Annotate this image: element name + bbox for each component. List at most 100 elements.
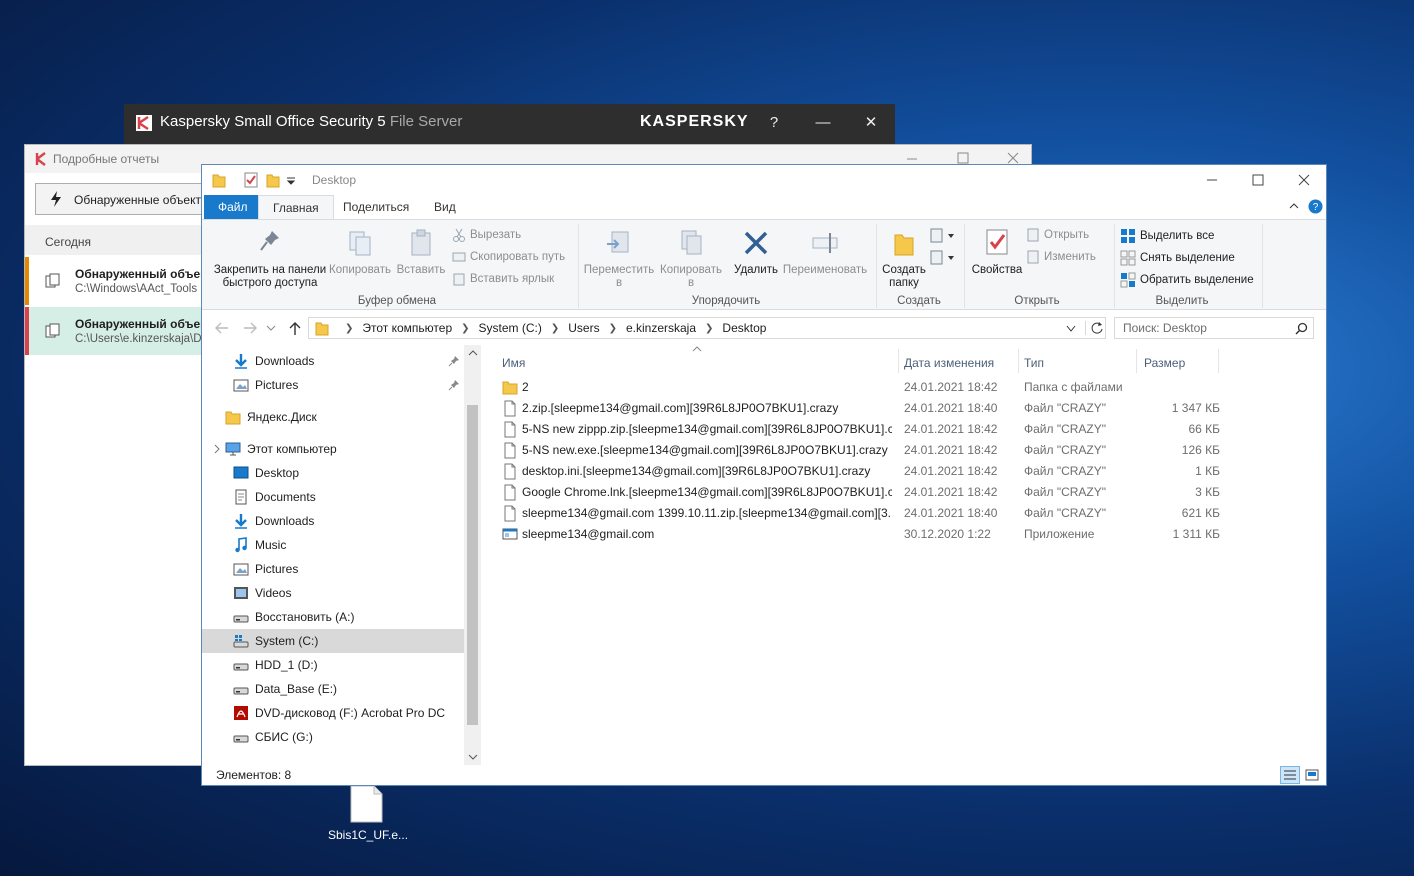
address-input[interactable]: ❯ Этот компьютер ❯ System (C:) ❯ Users ❯ e.… <box>308 317 1106 339</box>
pin-small-icon[interactable] <box>448 355 460 367</box>
nav-item[interactable]: System (C:) <box>202 629 464 653</box>
paste-button[interactable]: Вставить <box>394 228 448 277</box>
column-separator[interactable] <box>1218 349 1219 373</box>
nav-item[interactable]: СБИС (G:) <box>202 725 464 749</box>
column-separator[interactable] <box>898 349 899 373</box>
paste-shortcut-button[interactable]: Вставить ярлык <box>452 272 554 286</box>
nav-item[interactable]: Downloads <box>202 349 464 373</box>
quick-access-dropdown-icon[interactable] <box>286 173 296 187</box>
select-none-button[interactable]: Снять выделение <box>1120 250 1235 266</box>
back-arrow-icon[interactable] <box>214 321 230 335</box>
nav-scrollbar[interactable] <box>464 345 481 765</box>
search-icon <box>1295 322 1308 335</box>
file-row[interactable]: Google Chrome.lnk.[sleepme134@gmail.com]… <box>492 482 1322 503</box>
tab-file[interactable]: Файл <box>204 195 262 219</box>
file-row[interactable]: 2 24.01.2021 18:42 Папка с файлами <box>492 377 1322 398</box>
delete-button[interactable]: Удалить <box>730 228 782 277</box>
invert-selection-button[interactable]: Обратить выделение <box>1120 272 1254 288</box>
details-view-icon[interactable] <box>1280 766 1300 784</box>
tab-view[interactable]: Вид <box>420 195 470 219</box>
column-header-size[interactable]: Размер <box>1144 351 1185 375</box>
reports-minimize-button[interactable] <box>903 151 923 165</box>
copy-to-button[interactable]: Копировать в <box>656 228 726 290</box>
reports-close-button[interactable] <box>1003 151 1023 165</box>
address-dropdown-icon[interactable] <box>1065 324 1077 334</box>
nav-item[interactable]: Documents <box>202 485 464 509</box>
select-all-button[interactable]: Выделить все <box>1120 228 1214 244</box>
move-to-button[interactable]: Переместить в <box>582 228 656 290</box>
maximize-button[interactable] <box>1238 167 1278 193</box>
new-folder-button[interactable]: Создать папку <box>878 228 930 290</box>
select-all-icon <box>1120 228 1136 244</box>
nav-item[interactable]: Pictures <box>202 373 464 397</box>
tab-share[interactable]: Поделиться <box>329 195 423 219</box>
nav-item[interactable]: DVD-дисковод (F:) Acrobat Pro DC <box>202 701 464 725</box>
properties-button[interactable]: Свойства <box>966 228 1028 277</box>
new-folder-quick-icon[interactable] <box>266 172 280 188</box>
help-icon[interactable]: ? <box>1308 199 1323 214</box>
close-button[interactable] <box>1284 167 1324 193</box>
report-row[interactable]: Обнаруженный объект C:\Users\e.kinzerska… <box>25 307 203 355</box>
nav-item[interactable]: Pictures <box>202 557 464 581</box>
forward-arrow-icon[interactable] <box>242 321 258 335</box>
help-button[interactable]: ? <box>759 110 789 136</box>
collapse-ribbon-icon[interactable] <box>1288 201 1300 211</box>
pin-small-icon[interactable] <box>448 379 460 391</box>
nav-item[interactable]: Восстановить (A:) <box>202 605 464 629</box>
scroll-down-icon[interactable] <box>468 753 478 761</box>
reports-maximize-button[interactable] <box>953 151 973 165</box>
file-name: 2.zip.[sleepme134@gmail.com][39R6L8JP0O7… <box>522 401 839 415</box>
scroll-up-icon[interactable] <box>468 349 478 357</box>
column-separator[interactable] <box>1136 349 1137 373</box>
tab-home[interactable]: Главная <box>258 195 334 220</box>
pin-quick-access-button[interactable]: Закрепить на панели быстрого доступа <box>208 228 332 290</box>
nav-item[interactable]: Этот компьютер <box>202 437 464 461</box>
new-item-icon[interactable] <box>930 228 956 244</box>
file-row[interactable]: sleepme134@gmail.com 1399.10.11.zip.[sle… <box>492 503 1322 524</box>
detected-objects-button[interactable]: Обнаруженные объекты <box>35 183 225 215</box>
column-header-name[interactable]: Имя <box>502 351 525 375</box>
breadcrumb-item[interactable]: e.kinzerskaja <box>621 321 701 336</box>
large-icons-view-icon[interactable] <box>1304 767 1320 783</box>
search-input[interactable]: Поиск: Desktop <box>1114 317 1314 339</box>
properties-quick-icon[interactable] <box>244 172 258 188</box>
nav-item-label: Data_Base (E:) <box>255 682 338 696</box>
nav-item[interactable]: Data_Base (E:) <box>202 677 464 701</box>
breadcrumb-item[interactable]: System (C:) <box>474 321 547 336</box>
desktop-file-icon[interactable]: Sbis1C_UF.e... <box>328 784 408 854</box>
nav-item[interactable]: Videos <box>202 581 464 605</box>
column-separator[interactable] <box>1018 349 1019 373</box>
nav-item[interactable]: Desktop <box>202 461 464 485</box>
minimize-button[interactable] <box>1192 167 1232 193</box>
breadcrumb-item[interactable]: Users <box>563 321 604 336</box>
rename-button[interactable]: Переименовать <box>780 228 870 277</box>
file-row[interactable]: desktop.ini.[sleepme134@gmail.com][39R6L… <box>492 461 1322 482</box>
minimize-button[interactable]: — <box>808 110 838 136</box>
expand-chevron-icon[interactable] <box>212 444 222 454</box>
column-header-type[interactable]: Тип <box>1024 351 1044 375</box>
easy-access-icon[interactable] <box>930 250 956 266</box>
close-button[interactable]: ✕ <box>856 110 886 136</box>
column-header-date[interactable]: Дата изменения <box>904 351 994 375</box>
nav-item[interactable]: Яндекс.Диск <box>202 405 464 429</box>
up-arrow-icon[interactable] <box>288 320 302 336</box>
edit-button[interactable]: Изменить <box>1026 250 1096 264</box>
file-row[interactable]: 2.zip.[sleepme134@gmail.com][39R6L8JP0O7… <box>492 398 1322 419</box>
recent-dropdown-icon[interactable] <box>266 324 276 332</box>
nav-item[interactable]: Downloads <box>202 509 464 533</box>
report-row[interactable]: Обнаруженный объект C:\Windows\AAct_Tool… <box>25 257 203 305</box>
copy-button[interactable]: Копировать <box>328 228 392 277</box>
scroll-thumb[interactable] <box>467 405 478 725</box>
breadcrumb-item[interactable]: Desktop <box>717 321 771 336</box>
nav-item[interactable]: HDD_1 (D:) <box>202 653 464 677</box>
cut-button[interactable]: Вырезать <box>452 228 521 242</box>
file-row[interactable]: 5-NS new zippp.zip.[sleepme134@gmail.com… <box>492 419 1322 440</box>
group-organize-label: Упорядочить <box>691 295 761 307</box>
copy-path-button[interactable]: Скопировать путь <box>452 250 565 264</box>
refresh-icon[interactable] <box>1085 321 1104 335</box>
breadcrumb-item[interactable]: Этот компьютер <box>357 321 457 336</box>
nav-item[interactable]: Music <box>202 533 464 557</box>
file-row[interactable]: sleepme134@gmail.com 30.12.2020 1:22 Прило… <box>492 524 1322 545</box>
file-row[interactable]: 5-NS new.exe.[sleepme134@gmail.com][39R6… <box>492 440 1322 461</box>
open-button[interactable]: Открыть <box>1026 228 1089 242</box>
